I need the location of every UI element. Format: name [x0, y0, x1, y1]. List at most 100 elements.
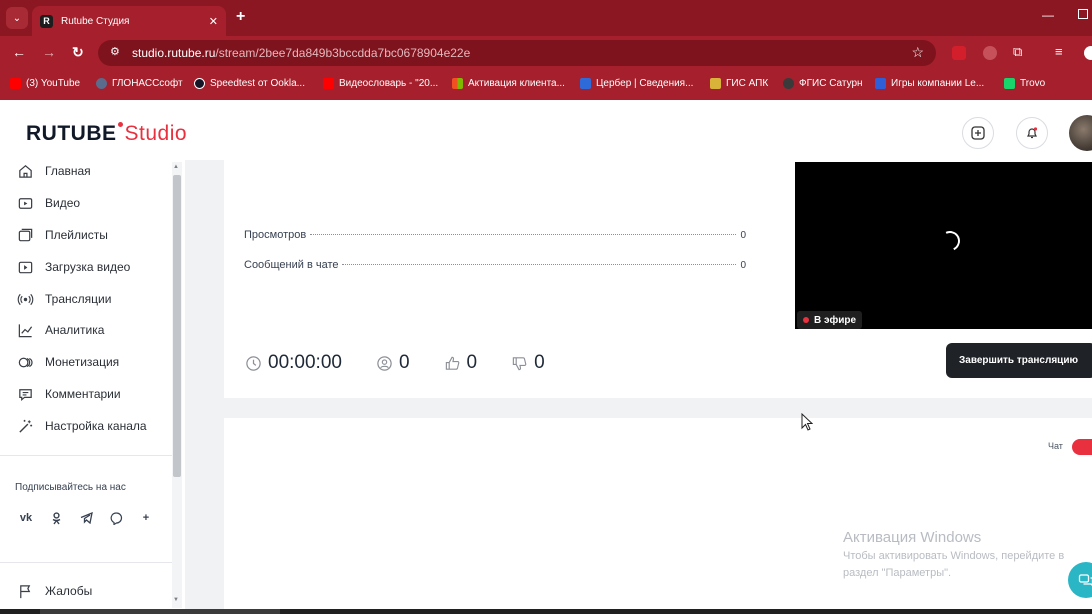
bookmark-item[interactable]: Trovo	[1004, 78, 1045, 89]
youtube-icon	[10, 78, 21, 89]
add-square-icon	[971, 126, 985, 140]
viewers-metric: 0	[376, 352, 410, 374]
stat-value: 0	[740, 260, 746, 271]
viewers-value: 0	[398, 352, 410, 373]
tab-title: Rutube Студия	[61, 15, 130, 27]
sidebar-item-video[interactable]: Видео	[16, 192, 80, 214]
chat-bubble-icon	[1078, 574, 1092, 586]
mouse-cursor-icon	[801, 413, 813, 431]
back-button[interactable]: ←	[12, 44, 26, 60]
end-stream-button[interactable]: Завершить трансляцию	[946, 343, 1092, 378]
extension-hex-icon[interactable]	[983, 46, 997, 60]
sidebar-divider	[0, 455, 172, 456]
bookmark-item[interactable]: Игры компании Le...	[875, 78, 984, 89]
browser-toolbar: ← → ↻ ⚙ studio.rutube.ru/stream/2bee7da8…	[0, 36, 1092, 70]
bookmark-item[interactable]: ФГИС Сатурн	[783, 78, 863, 89]
sidebar-item-upload[interactable]: Загрузка видео	[16, 256, 130, 278]
chat-toggle-switch[interactable]	[1072, 439, 1092, 455]
upload-icon	[16, 258, 34, 276]
bookmark-item[interactable]: (3) YouTube	[10, 78, 80, 89]
scroll-up-arrow-icon[interactable]: ▲	[173, 164, 179, 170]
sidebar-item-label: Загрузка видео	[45, 260, 131, 274]
odnoklassniki-icon[interactable]	[46, 508, 66, 528]
bell-icon	[1027, 127, 1038, 139]
stat-value: 0	[740, 230, 746, 241]
new-tab-button[interactable]: +	[236, 8, 245, 26]
reload-button[interactable]: ↻	[72, 44, 84, 61]
window-restore-button[interactable]	[1078, 9, 1088, 19]
stat-views-row: Просмотров 0	[244, 229, 746, 241]
sidebar-item-analytics[interactable]: Аналитика	[16, 319, 104, 341]
viber-icon[interactable]	[106, 508, 126, 528]
sidebar-item-comments[interactable]: Комментарии	[16, 383, 121, 405]
tab-search-button[interactable]: ⌄	[6, 7, 28, 29]
profile-icon[interactable]	[1084, 46, 1092, 60]
youtube-icon	[323, 78, 334, 89]
sidebar-item-playlists[interactable]: Плейлисты	[16, 224, 108, 246]
rutube-studio-logo[interactable]: RUTUBE Studio	[26, 122, 187, 146]
sidebar-item-home[interactable]: Главная	[16, 160, 91, 182]
stream-metrics: 00:00:00 0 0 0	[245, 352, 579, 374]
comment-icon	[16, 385, 34, 403]
vk-icon[interactable]: vk	[16, 508, 36, 528]
cube-icon	[580, 78, 591, 89]
thumbs-up-icon	[445, 356, 459, 370]
url-text: studio.rutube.ru/stream/2bee7da849b3bccd…	[132, 46, 471, 60]
glonass-icon	[96, 78, 107, 89]
playlist-icon	[16, 226, 34, 244]
extensions-puzzle-icon[interactable]: ⧉	[1013, 44, 1022, 60]
bookmark-item[interactable]: Цербер | Сведения...	[580, 78, 693, 89]
sidebar-item-broadcasts[interactable]: Трансляции	[16, 288, 111, 310]
scroll-down-arrow-icon[interactable]: ▼	[173, 597, 179, 603]
sidebar-item-label: Настройка канала	[45, 419, 147, 433]
rutube-favicon-icon: R	[40, 14, 53, 28]
dotted-leader	[310, 234, 737, 235]
bookmark-item[interactable]: Видеословарь - "20...	[323, 78, 438, 89]
telegram-icon[interactable]	[76, 508, 96, 528]
windows-activation-text: Чтобы активировать Windows, перейдите в	[843, 550, 1065, 562]
trovo-icon	[1004, 78, 1015, 89]
media-control-icon[interactable]: ≡	[1055, 44, 1063, 59]
bookmarks-bar: (3) YouTube ГЛОНАССсофт Speedtest от Ook…	[0, 70, 1092, 100]
saturn-icon	[783, 78, 794, 89]
stat-label: Просмотров	[244, 229, 307, 241]
logo-main: RUTUBE	[26, 122, 117, 145]
tab-close-icon[interactable]: ✕	[209, 15, 218, 28]
windows-activation-title: Активация Windows	[843, 529, 982, 546]
address-bar[interactable]: ⚙ studio.rutube.ru/stream/2bee7da849b3bc…	[98, 40, 936, 66]
sidebar-item-label: Главная	[45, 164, 91, 178]
bookmark-item[interactable]: ГИС АПК	[710, 78, 768, 89]
logo-dot	[117, 122, 123, 127]
dislikes-metric: 0	[511, 352, 545, 374]
bookmark-item[interactable]: Speedtest от Ookla...	[194, 78, 305, 89]
sidebar-item-complaints[interactable]: Жалобы	[16, 580, 92, 602]
site-info-icon[interactable]: ⚙	[110, 46, 122, 58]
thumbs-down-icon	[512, 356, 527, 370]
home-icon	[16, 162, 34, 180]
user-icon	[377, 355, 392, 371]
browser-tab-bar: ⌄ R Rutube Студия ✕ + —	[0, 0, 1092, 36]
sidebar-item-monetization[interactable]: Монетизация	[16, 351, 119, 373]
duration-value: 00:00:00	[268, 352, 342, 373]
follow-us-title: Подписывайтесь на нас	[15, 482, 126, 493]
notifications-button[interactable]	[1016, 117, 1048, 149]
bookmark-star-icon[interactable]: ☆	[911, 44, 924, 61]
microsoft-icon	[452, 78, 463, 89]
avatar[interactable]	[1069, 115, 1092, 151]
sidebar-item-label: Видео	[45, 196, 81, 210]
sidebar-scrollbar-thumb[interactable]	[173, 175, 181, 477]
window-minimize-button[interactable]: —	[1042, 8, 1054, 22]
forward-button[interactable]: →	[42, 44, 56, 60]
video-icon	[16, 194, 34, 212]
flag-icon	[16, 582, 34, 600]
taskbar-active-app[interactable]	[40, 609, 280, 614]
sidebar-item-channel-settings[interactable]: Настройка канала	[16, 415, 147, 437]
extension-red-icon[interactable]	[952, 46, 966, 60]
create-button[interactable]	[962, 117, 994, 149]
plus-icon[interactable]: +	[136, 508, 156, 528]
browser-tab[interactable]: R Rutube Студия ✕	[32, 6, 226, 36]
bookmark-item[interactable]: Активация клиента...	[452, 78, 565, 89]
stat-label: Сообщений в чате	[244, 259, 339, 271]
bookmark-item[interactable]: ГЛОНАССсофт	[96, 78, 183, 89]
broadcast-icon	[16, 290, 34, 308]
